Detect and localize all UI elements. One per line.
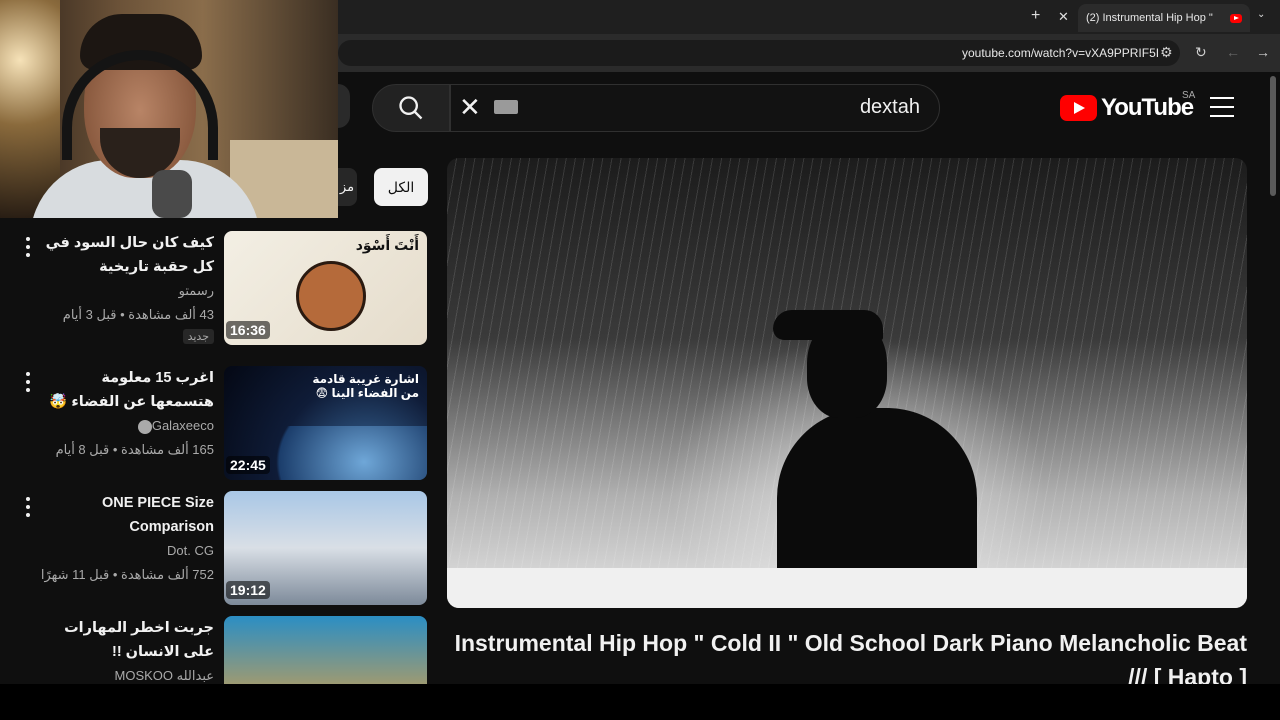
video-stats: 752 ألف مشاهدة • قبل 11 شهرًا: [40, 567, 214, 582]
list-item[interactable]: كيف كان حال السود في كل حقبة تاريخية رسم…: [26, 231, 430, 349]
video-title[interactable]: كيف كان حال السود في كل حقبة تاريخية: [40, 231, 214, 279]
search-icon: [399, 96, 423, 120]
more-options-icon[interactable]: [26, 497, 34, 521]
tab-list-chevron-icon[interactable]: ⌄: [1257, 9, 1265, 20]
tab-title: (2) Instrumental Hip Hop ": [1086, 12, 1213, 24]
page-scrollbar[interactable]: [1270, 76, 1276, 196]
new-badge: جديد: [182, 329, 214, 344]
list-item[interactable]: ONE PIECE Size Comparison Dot. CG 752 أل…: [26, 491, 430, 609]
channel-name: Galaxeeco: [151, 418, 214, 433]
more-options-icon[interactable]: [30, 622, 34, 646]
player-figure-cap: [773, 310, 883, 340]
bottom-bar: [0, 684, 1280, 720]
youtube-logo-text: YouTube: [1101, 94, 1194, 121]
list-item[interactable]: جربت اخطر المهارات على الانسان !! عبدالل…: [30, 616, 430, 684]
channel-name[interactable]: عبدالله MOSKOO: [40, 664, 214, 684]
video-meta: ONE PIECE Size Comparison Dot. CG 752 أل…: [40, 491, 214, 587]
channel-name[interactable]: رسمتو: [40, 279, 214, 303]
video-stats: 165 ألف مشاهدة • قبل 8 أيام: [55, 442, 214, 457]
video-thumbnail[interactable]: [224, 616, 427, 684]
thumbnail-text: أَنْتَ أَسْوَد: [355, 237, 419, 253]
list-item[interactable]: اغرب 15 معلومة هتسمعها عن الفضاء 🤯 Galax…: [26, 366, 430, 484]
video-duration: 22:45: [226, 456, 270, 474]
forward-arrow-icon[interactable]: →: [1256, 44, 1270, 60]
site-settings-icon[interactable]: ⚙: [1160, 44, 1173, 61]
video-meta: جربت اخطر المهارات على الانسان !! عبدالل…: [40, 616, 214, 684]
keyboard-icon[interactable]: [494, 100, 518, 114]
chip-partial[interactable]: مز: [337, 168, 357, 206]
video-player[interactable]: [447, 158, 1247, 608]
channel-name-row[interactable]: Galaxeeco: [40, 414, 214, 438]
webcam-overlay: [0, 0, 338, 218]
microphone-icon: [152, 170, 192, 218]
back-arrow-icon[interactable]: ←: [1226, 44, 1240, 60]
thumbnail-text: اشارة غريبة قادمة من الفضاء الينا 😨: [312, 372, 419, 400]
video-stats: 43 ألف مشاهدة • قبل 3 أيام: [62, 307, 214, 322]
video-meta: كيف كان حال السود في كل حقبة تاريخية رسم…: [40, 231, 214, 345]
more-options-icon[interactable]: [26, 237, 34, 261]
new-tab-button[interactable]: +: [1031, 7, 1040, 25]
verified-icon: [137, 419, 152, 434]
browser-tab-active[interactable]: (2) Instrumental Hip Hop ": [1078, 4, 1250, 32]
screen: + ✕ (2) Instrumental Hip Hop " ⌄ youtube…: [0, 0, 1280, 720]
video-thumbnail[interactable]: 19:12: [224, 491, 427, 605]
youtube-favicon-icon: [1230, 13, 1242, 23]
clear-search-icon[interactable]: ✕: [459, 92, 481, 123]
header-left-button[interactable]: [338, 84, 350, 128]
video-meta: اغرب 15 معلومة هتسمعها عن الفضاء 🤯 Galax…: [40, 366, 214, 462]
video-duration: 19:12: [226, 581, 270, 599]
youtube-logo[interactable]: YouTube: [1060, 94, 1194, 122]
search-query-text[interactable]: dextah: [560, 96, 920, 119]
player-snow-ground: [447, 568, 1247, 608]
reload-icon[interactable]: ↻: [1195, 44, 1207, 61]
chip-all[interactable]: الكل: [374, 168, 428, 206]
video-thumbnail[interactable]: أَنْتَ أَسْوَد 16:36: [224, 231, 427, 345]
close-tab-button[interactable]: ✕: [1058, 9, 1069, 25]
video-title[interactable]: اغرب 15 معلومة هتسمعها عن الفضاء 🤯: [40, 366, 214, 414]
thumbnail-character: [296, 261, 366, 331]
hamburger-menu-icon[interactable]: [1210, 97, 1234, 117]
thumbnail-planet: [264, 426, 427, 480]
search-button[interactable]: [372, 84, 450, 132]
more-options-icon[interactable]: [26, 372, 34, 396]
video-thumbnail[interactable]: اشارة غريبة قادمة من الفضاء الينا 😨 22:4…: [224, 366, 427, 480]
channel-name[interactable]: Dot. CG: [40, 539, 214, 563]
youtube-play-icon: [1060, 95, 1097, 121]
video-title[interactable]: ONE PIECE Size Comparison: [40, 491, 214, 539]
url-text[interactable]: youtube.com/watch?v=vXA9PPRIF5I: [962, 46, 1159, 60]
country-code: SA: [1182, 90, 1196, 101]
video-duration: 16:36: [226, 321, 270, 339]
video-title[interactable]: جربت اخطر المهارات على الانسان !!: [40, 616, 214, 664]
